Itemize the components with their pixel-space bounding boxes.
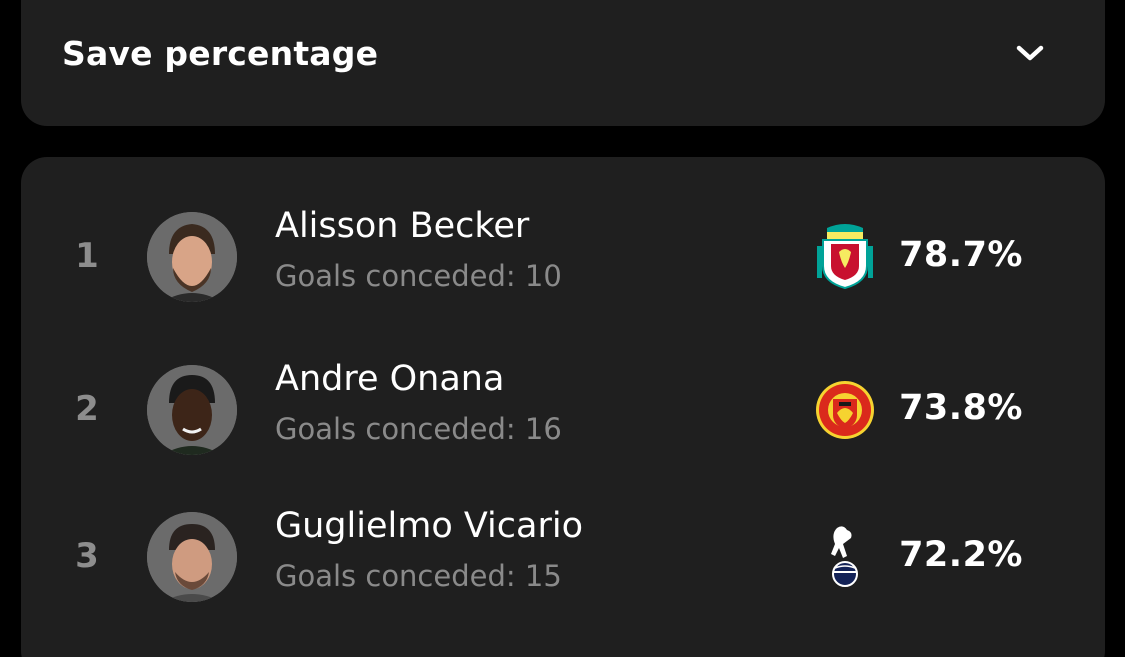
player-row[interactable]: 1 Alisson Becker Goals conceded: 10 78.7… [21, 206, 1105, 312]
save-percentage-value: 72.2% [899, 535, 1023, 575]
rank-number: 3 [75, 536, 99, 576]
player-row[interactable]: 2 Andre Onana Goals conceded: 16 73.8% [21, 359, 1105, 465]
player-name: Guglielmo Vicario [275, 506, 583, 546]
dropdown-label: Save percentage [62, 34, 379, 73]
save-percentage-value: 78.7% [899, 235, 1023, 275]
save-percentage-value: 73.8% [899, 388, 1023, 428]
manchester-united-crest-icon [813, 375, 877, 445]
save-percentage-screen: Save percentage 1 Alisson Becker Goals c… [0, 0, 1125, 657]
player-name: Alisson Becker [275, 206, 530, 246]
player-avatar [147, 212, 237, 302]
liverpool-crest-icon [813, 222, 877, 292]
chevron-down-icon[interactable] [1013, 40, 1047, 66]
player-avatar [147, 512, 237, 602]
player-avatar [147, 365, 237, 455]
tottenham-crest-icon [813, 522, 877, 592]
rank-number: 2 [75, 389, 99, 429]
leaderboard-card: 1 Alisson Becker Goals conceded: 10 78.7… [21, 157, 1105, 657]
rank-number: 1 [75, 236, 99, 276]
stat-dropdown[interactable]: Save percentage [21, 0, 1105, 126]
player-row[interactable]: 3 Guglielmo Vicario Goals conceded: 15 7… [21, 506, 1105, 612]
goals-conceded: Goals conceded: 16 [275, 412, 562, 446]
goals-conceded: Goals conceded: 15 [275, 559, 562, 593]
goals-conceded: Goals conceded: 10 [275, 259, 562, 293]
player-name: Andre Onana [275, 359, 505, 399]
